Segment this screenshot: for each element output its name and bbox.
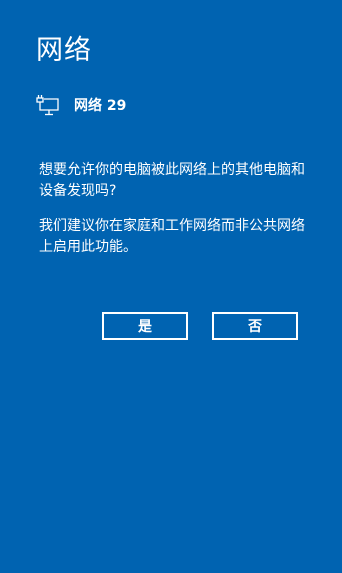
no-button[interactable]: 否 [212, 312, 298, 340]
network-name: 网络 29 [74, 98, 127, 114]
discovery-question: 想要允许你的电脑被此网络上的其他电脑和设备发现吗? [39, 162, 305, 199]
network-discovery-panel: 网络 网络 29 想要允许你的电脑被此网络上的其他电脑和设备发现吗? 我们建议你… [0, 0, 342, 573]
ethernet-monitor-icon [36, 94, 60, 116]
yes-button[interactable]: 是 [102, 312, 188, 340]
network-info: 网络 29 [36, 93, 126, 117]
page-title: 网络 [36, 35, 92, 66]
discovery-recommendation: 我们建议你在家庭和工作网络而非公共网络上启用此功能。 [39, 218, 305, 255]
